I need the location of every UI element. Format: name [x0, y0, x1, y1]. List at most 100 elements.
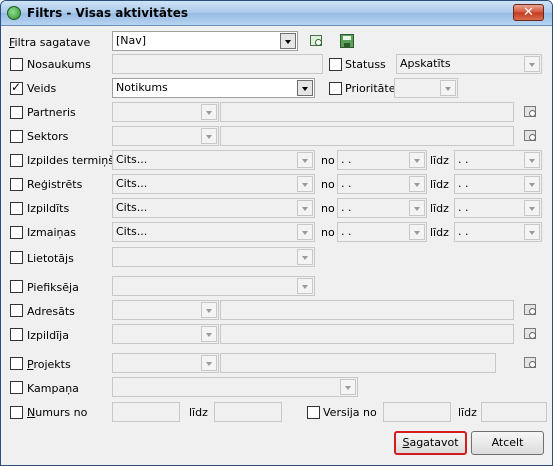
nosaukums-checkbox[interactable] [10, 58, 23, 71]
chevron-down-icon[interactable] [297, 278, 313, 294]
piefikseja-checkbox[interactable] [10, 280, 23, 293]
versija-checkbox[interactable] [307, 406, 320, 419]
chevron-down-icon[interactable] [297, 224, 313, 240]
chevron-down-icon[interactable] [201, 128, 217, 144]
registrets-to-date[interactable]: . . [454, 174, 542, 194]
sektors-search-icon[interactable] [523, 128, 539, 144]
window-title: Filtrs - Visas aktivitātes [27, 6, 189, 20]
statuss-label: Statuss [345, 58, 386, 71]
kampana-select[interactable] [112, 377, 358, 397]
kampana-checkbox[interactable] [10, 381, 23, 394]
chevron-down-icon[interactable] [340, 379, 356, 395]
sektors-code-select[interactable] [112, 126, 219, 146]
lietotajs-select[interactable] [112, 247, 315, 267]
lietotajs-checkbox[interactable] [10, 251, 23, 264]
chevron-down-icon[interactable] [409, 176, 425, 192]
izmainas-checkbox[interactable] [10, 226, 23, 239]
nosaukums-field[interactable] [112, 54, 323, 74]
filter-window: Filtrs - Visas aktivitātes ✕ Filtra saga… [0, 0, 553, 466]
adresats-code-select[interactable] [112, 300, 219, 320]
sektors-checkbox[interactable] [10, 130, 23, 143]
partneris-checkbox[interactable] [10, 106, 23, 119]
izpildits-to-date[interactable]: . . [454, 198, 542, 218]
izpildes-termins-from-date[interactable]: . . [337, 150, 427, 170]
izpildits-from-date[interactable]: . . [337, 198, 427, 218]
chevron-down-icon[interactable] [297, 249, 313, 265]
sektors-name-field[interactable] [220, 126, 514, 146]
chevron-down-icon[interactable] [409, 224, 425, 240]
prioritate-checkbox[interactable] [329, 82, 342, 95]
izpildits-checkbox[interactable] [10, 202, 23, 215]
chevron-down-icon[interactable] [409, 152, 425, 168]
statuss-select[interactable]: Apskatīts [396, 54, 542, 74]
chevron-down-icon[interactable] [201, 302, 217, 318]
chevron-down-icon[interactable] [297, 176, 313, 192]
partneris-name-field[interactable] [220, 102, 514, 122]
adresats-checkbox[interactable] [10, 304, 23, 317]
numurs-checkbox[interactable] [10, 406, 23, 419]
piefikseja-label: Piefiksēja [27, 281, 79, 294]
chevron-down-icon[interactable] [524, 200, 540, 216]
prioritate-select[interactable] [394, 78, 458, 98]
numurs-to-field[interactable] [214, 402, 282, 422]
chevron-down-icon[interactable] [524, 152, 540, 168]
chevron-down-icon[interactable] [524, 56, 540, 72]
izmainas-from-date[interactable]: . . [337, 222, 427, 242]
izpildits-period-select[interactable]: Cits... [112, 198, 315, 218]
save-icon[interactable] [340, 34, 354, 48]
cancel-button[interactable]: Atcelt [471, 431, 544, 455]
adresats-search-icon[interactable] [523, 302, 539, 318]
izpildija-search-icon[interactable] [523, 326, 539, 342]
chevron-down-icon[interactable] [297, 152, 313, 168]
izmainas-to-label: līdz [430, 226, 449, 239]
projekts-checkbox[interactable] [10, 357, 23, 370]
chevron-down-icon[interactable] [297, 80, 313, 96]
chevron-down-icon[interactable] [524, 224, 540, 240]
chevron-down-icon[interactable] [280, 33, 296, 49]
template-search-icon[interactable] [309, 33, 325, 49]
prioritate-label: Prioritāte [345, 82, 396, 95]
registrets-period-select[interactable]: Cits... [112, 174, 315, 194]
izpildes-termins-to-date[interactable]: . . [454, 150, 542, 170]
chevron-down-icon[interactable] [409, 200, 425, 216]
chevron-down-icon[interactable] [201, 104, 217, 120]
izmainas-period-select[interactable]: Cits... [112, 222, 315, 242]
chevron-down-icon[interactable] [524, 176, 540, 192]
chevron-down-icon[interactable] [297, 200, 313, 216]
veids-select[interactable]: Notikums [112, 78, 315, 98]
chevron-down-icon[interactable] [201, 326, 217, 342]
adresats-name-field[interactable] [220, 300, 514, 320]
izmainas-label: Izmaiņas [27, 226, 76, 239]
app-icon [7, 6, 21, 20]
izpildija-code-select[interactable] [112, 324, 219, 344]
projekts-label: Projekts [27, 358, 71, 371]
template-select[interactable]: [Nav] [112, 31, 298, 51]
versija-to-label: līdz [458, 406, 477, 419]
izpildes-termins-checkbox[interactable] [10, 154, 23, 167]
versija-from-field[interactable] [383, 402, 451, 422]
projekts-name-field[interactable] [220, 353, 496, 373]
veids-checkbox[interactable] [10, 80, 23, 95]
filter-form: Filtra sagatave [Nav] Nosaukums Statuss … [1, 26, 552, 465]
izpildes-termins-period-select[interactable]: Cits... [112, 150, 315, 170]
chevron-down-icon[interactable] [201, 355, 217, 371]
statuss-checkbox[interactable] [329, 58, 342, 71]
izpildija-name-field[interactable] [220, 324, 514, 344]
versija-to-field[interactable] [481, 402, 547, 422]
registrets-checkbox[interactable] [10, 178, 23, 191]
partneris-code-select[interactable] [112, 102, 219, 122]
numurs-from-field[interactable] [112, 402, 180, 422]
projekts-code-select[interactable] [112, 353, 219, 373]
registrets-from-date[interactable]: . . [337, 174, 427, 194]
lietotajs-label: Lietotājs [27, 252, 74, 265]
chevron-down-icon[interactable] [440, 80, 456, 96]
izmainas-to-date[interactable]: . . [454, 222, 542, 242]
projekts-search-icon[interactable] [523, 355, 539, 371]
partneris-search-icon[interactable] [523, 104, 539, 120]
create-button[interactable]: Sagatavot [394, 431, 467, 455]
sektors-label: Sektors [27, 130, 69, 143]
izpildija-checkbox[interactable] [10, 328, 23, 341]
piefikseja-select[interactable] [112, 276, 315, 296]
close-button[interactable]: ✕ [513, 4, 544, 21]
kampana-label: Kampaņa [27, 382, 79, 395]
